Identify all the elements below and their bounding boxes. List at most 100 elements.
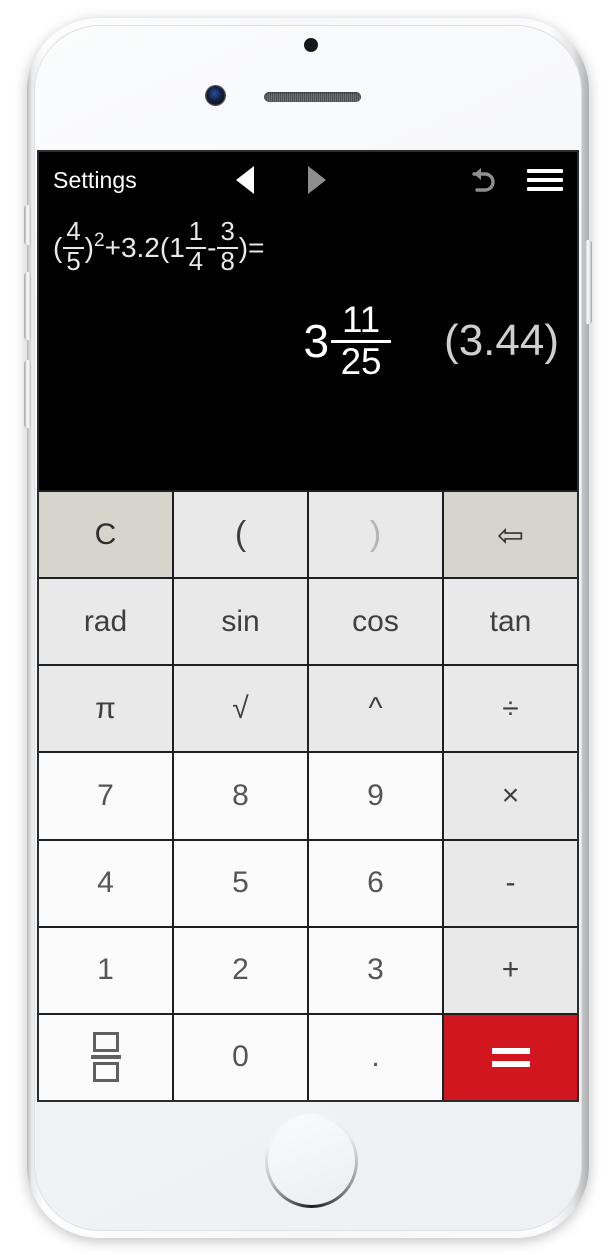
key-equals[interactable] bbox=[444, 1014, 577, 1100]
proximity-sensor-icon bbox=[304, 38, 318, 52]
key-cos-label: cos bbox=[352, 604, 399, 638]
key-4-label: 4 bbox=[97, 866, 114, 900]
key-8-label: 8 bbox=[232, 778, 249, 812]
result-line: 3 11 25 (3.44) bbox=[39, 276, 577, 381]
key-1[interactable]: 1 bbox=[39, 927, 172, 1013]
fraction-template-icon bbox=[90, 1032, 121, 1083]
home-button-inner bbox=[268, 1117, 355, 1205]
key-2[interactable]: 2 bbox=[174, 927, 307, 1013]
key-rad-label: rad bbox=[83, 604, 128, 638]
home-button[interactable] bbox=[265, 1114, 358, 1208]
key-plus-label: + bbox=[501, 953, 520, 987]
result-fraction: 11 25 bbox=[331, 299, 392, 382]
key-7[interactable]: 7 bbox=[39, 753, 172, 839]
key-2-label: 2 bbox=[232, 953, 249, 987]
expr-frac2-numerator: 1 bbox=[188, 218, 204, 247]
key-close-paren[interactable]: ) bbox=[309, 492, 442, 578]
hamburger-line-3 bbox=[527, 187, 563, 191]
hamburger-line-2 bbox=[527, 178, 563, 182]
expr-close-paren-2: ) bbox=[238, 232, 249, 263]
result-decimal-value: (3.44) bbox=[444, 316, 559, 366]
key-plus[interactable]: + bbox=[444, 927, 577, 1013]
key-rad[interactable]: rad bbox=[39, 579, 172, 665]
key-6[interactable]: 6 bbox=[309, 840, 442, 926]
key-sin[interactable]: sin bbox=[174, 579, 307, 665]
key-pi-label: π bbox=[95, 691, 116, 725]
key-open-paren[interactable]: ( bbox=[174, 492, 307, 578]
history-navigation bbox=[236, 152, 326, 208]
key-multiply[interactable]: × bbox=[444, 753, 577, 839]
key-sqrt[interactable]: √ bbox=[174, 666, 307, 752]
triangle-right-icon[interactable] bbox=[308, 166, 326, 194]
key-divide[interactable]: ÷ bbox=[444, 666, 577, 752]
expr-fraction-3: 3 8 bbox=[217, 218, 238, 276]
key-clear-label: C bbox=[94, 517, 117, 551]
front-camera-icon bbox=[206, 86, 225, 105]
key-minus[interactable]: - bbox=[444, 840, 577, 926]
key-sqrt-label: √ bbox=[232, 691, 249, 725]
equals-icon bbox=[491, 1047, 530, 1067]
equals-line-1 bbox=[491, 1047, 530, 1054]
volume-up-button[interactable] bbox=[24, 272, 31, 340]
calculator-display: Settings (4 5) 2 + 3.2 (1 1 4 - 3 8)… bbox=[39, 152, 577, 490]
key-close-paren-label: ) bbox=[369, 515, 382, 554]
expr-frac1-denominator: 5 bbox=[66, 248, 81, 276]
key-fraction[interactable] bbox=[39, 1014, 172, 1100]
key-power[interactable]: ^ bbox=[309, 666, 442, 752]
key-8[interactable]: 8 bbox=[174, 753, 307, 839]
key-1-label: 1 bbox=[97, 953, 114, 987]
expr-mixed-whole: 1 bbox=[169, 232, 185, 263]
key-3[interactable]: 3 bbox=[309, 927, 442, 1013]
expr-open-paren: ( bbox=[53, 232, 63, 263]
expr-close-paren: ) bbox=[84, 232, 94, 263]
hamburger-line-1 bbox=[527, 169, 563, 173]
topbar-actions bbox=[465, 152, 563, 208]
key-backspace[interactable]: ⇦ bbox=[444, 492, 577, 578]
expr-equals-sign: = bbox=[248, 232, 265, 263]
expr-frac3-denominator: 8 bbox=[220, 248, 235, 276]
equals-line-2 bbox=[491, 1060, 530, 1067]
power-button[interactable] bbox=[585, 240, 592, 324]
expr-fraction-1: 4 5 bbox=[63, 218, 84, 276]
key-decimal-point[interactable]: . bbox=[309, 1014, 442, 1100]
triangle-left-icon[interactable] bbox=[236, 166, 254, 194]
key-open-paren-label: ( bbox=[234, 515, 247, 554]
expr-fraction-2: 1 4 bbox=[185, 218, 207, 276]
key-cos[interactable]: cos bbox=[309, 579, 442, 665]
key-7-label: 7 bbox=[97, 778, 114, 812]
key-9[interactable]: 9 bbox=[309, 753, 442, 839]
result-denominator: 25 bbox=[340, 340, 382, 382]
hamburger-menu-icon[interactable] bbox=[527, 169, 563, 191]
key-pi[interactable]: π bbox=[39, 666, 172, 752]
volume-down-button[interactable] bbox=[24, 360, 31, 428]
key-3-label: 3 bbox=[367, 953, 384, 987]
key-9-label: 9 bbox=[367, 778, 384, 812]
result-numerator: 11 bbox=[341, 299, 381, 340]
mute-switch[interactable] bbox=[24, 205, 31, 245]
key-minus-label: - bbox=[505, 866, 516, 900]
expr-plus-operator: + bbox=[104, 232, 121, 263]
key-divide-label: ÷ bbox=[502, 691, 519, 725]
expr-minus-operator: - bbox=[207, 232, 217, 263]
key-tan-label: tan bbox=[489, 604, 532, 638]
expression-line[interactable]: ( 4 5 ) 2 + 3.2 ( 1 1 4 - 3 8) = bbox=[39, 208, 577, 276]
key-tan[interactable]: tan bbox=[444, 579, 577, 665]
settings-button[interactable]: Settings bbox=[53, 167, 137, 194]
fraction-divider-bar bbox=[90, 1055, 121, 1060]
expr-coefficient: 3.2 bbox=[120, 232, 160, 263]
fraction-numerator-box bbox=[92, 1032, 119, 1053]
key-5[interactable]: 5 bbox=[174, 840, 307, 926]
result-mixed-number: 3 11 25 bbox=[303, 299, 392, 382]
key-5-label: 5 bbox=[232, 866, 249, 900]
result-whole-part: 3 bbox=[303, 315, 330, 368]
expr-frac1-numerator: 4 bbox=[66, 218, 81, 247]
key-clear[interactable]: C bbox=[39, 492, 172, 578]
earpiece-speaker-icon bbox=[264, 92, 361, 102]
key-4[interactable]: 4 bbox=[39, 840, 172, 926]
expr-frac3-numerator: 3 bbox=[220, 218, 235, 247]
undo-arrow-icon[interactable] bbox=[465, 165, 499, 195]
calculator-keypad: C () ⇦ rad sin cos tan π √ ^ ÷ 7 8 9 × 4 5 6 - 1 2 3 +0. bbox=[39, 490, 577, 1100]
expr-frac2-denominator: 4 bbox=[188, 248, 204, 276]
key-0[interactable]: 0 bbox=[174, 1014, 307, 1100]
key-power-label: ^ bbox=[368, 691, 383, 725]
